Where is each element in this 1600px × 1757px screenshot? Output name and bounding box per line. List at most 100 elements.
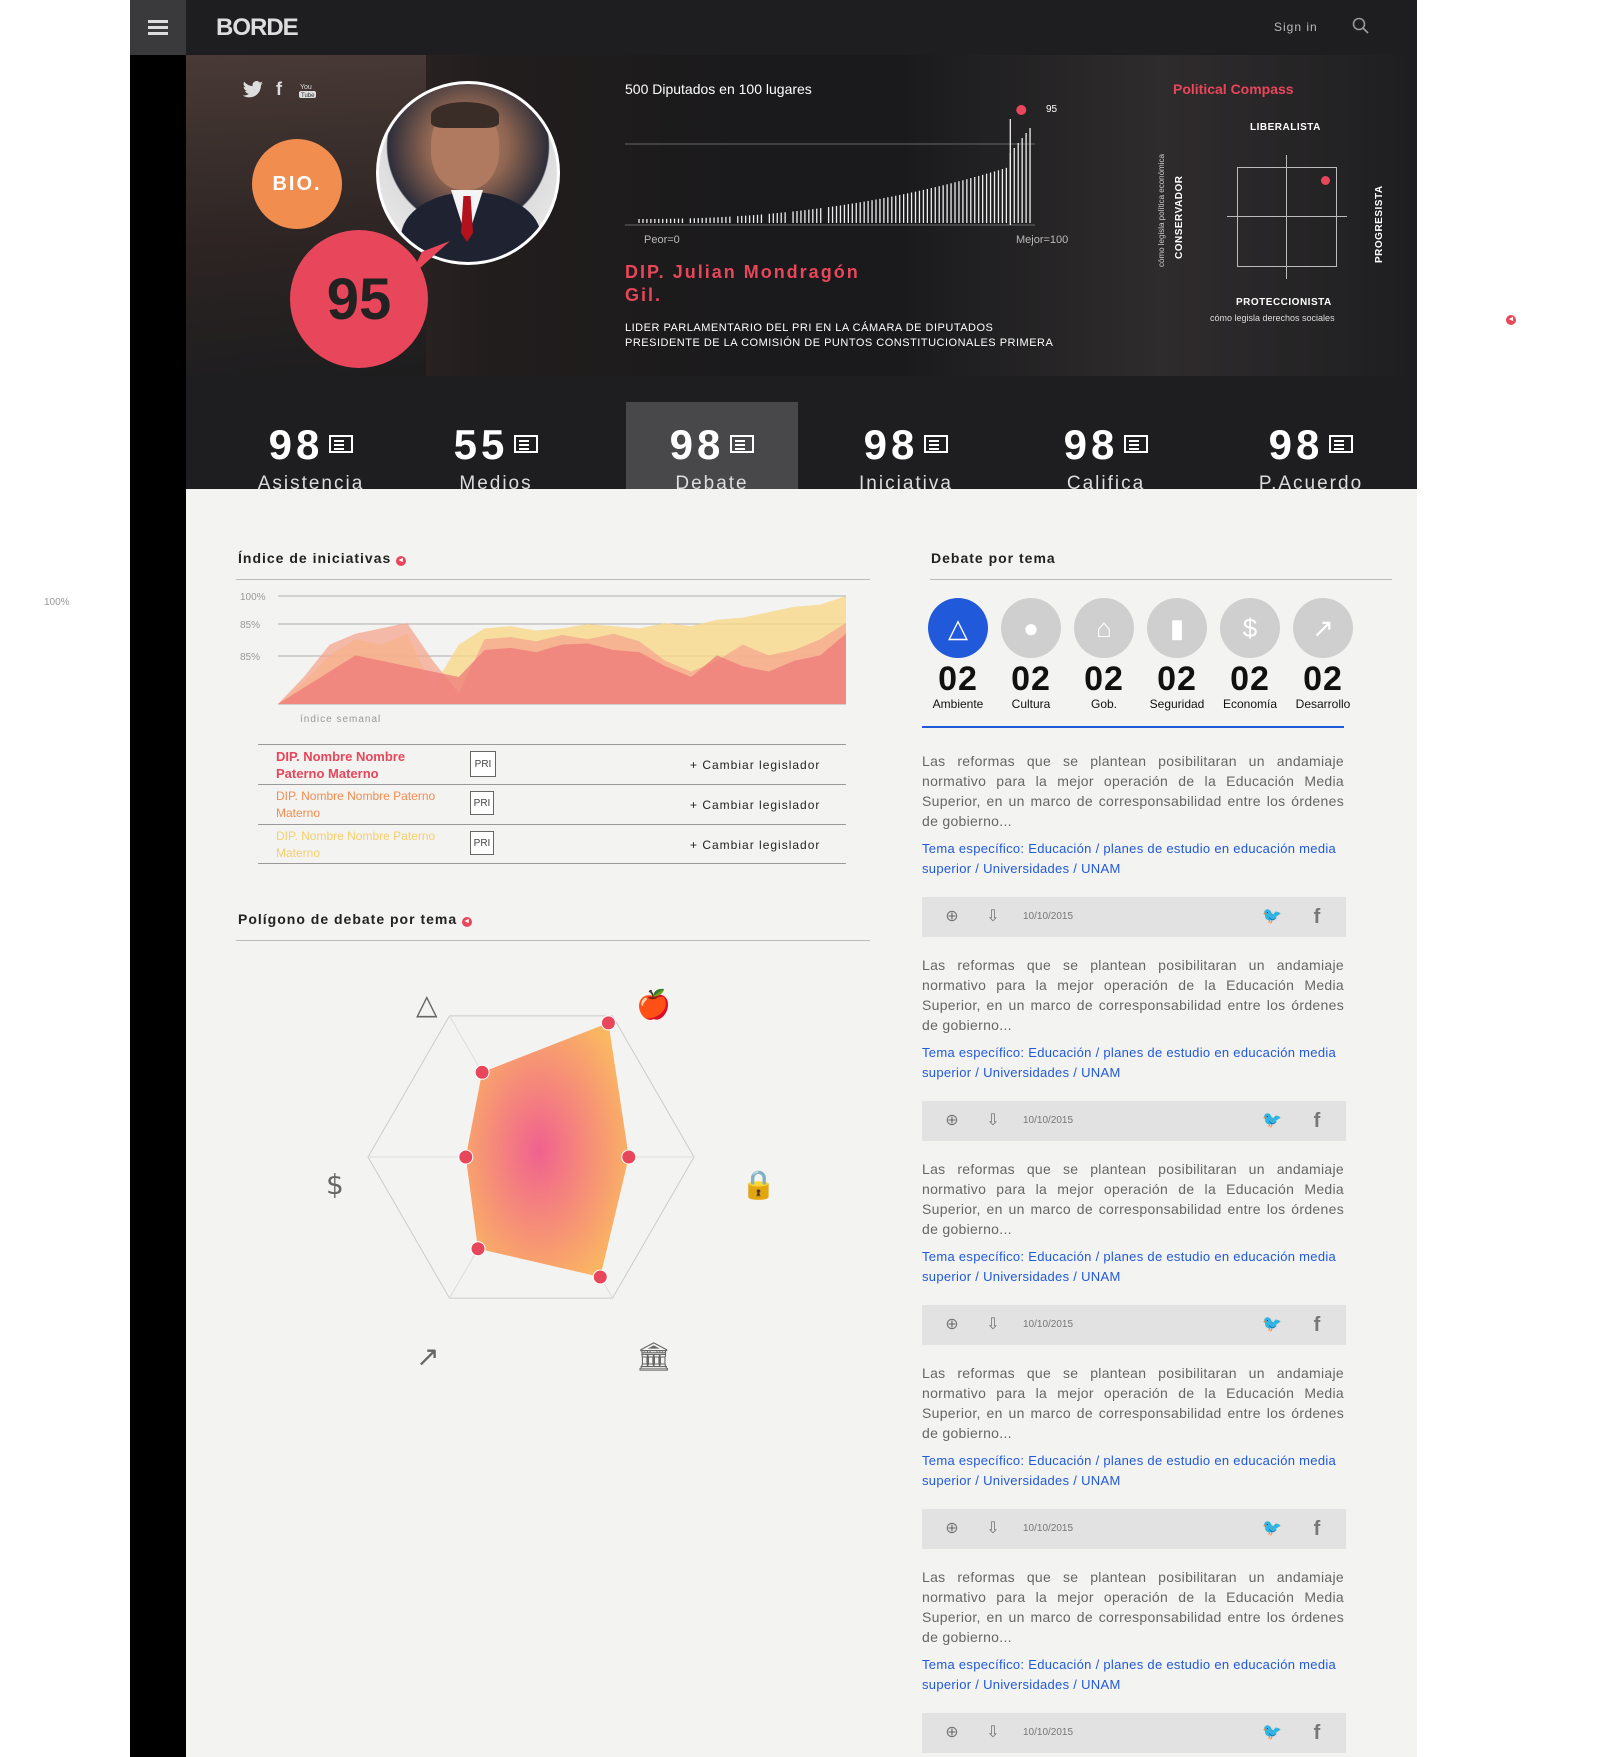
growth-chart-icon: ↗ <box>1293 598 1353 658</box>
legislator-score: 95 <box>290 230 428 368</box>
article-date: 10/10/2015 <box>1023 1319 1074 1330</box>
legislator-hero: f You Tube BIO. 95 500 Diputados en 100 l… <box>186 55 1417 376</box>
article-topic-link[interactable]: Tema específico: Educación / planes de e… <box>922 839 1344 879</box>
facebook-icon[interactable]: f <box>1307 907 1327 927</box>
bio-button[interactable]: BIO. <box>252 139 342 229</box>
stat-asistencia[interactable]: 98 Asistencia <box>226 376 396 494</box>
download-icon[interactable]: ⇩ <box>983 907 1003 927</box>
tab-desarrollo[interactable]: ↗ 02 Desarrollo <box>1287 598 1359 711</box>
info-icon[interactable]: ◄ <box>462 917 473 927</box>
change-legislator-button[interactable]: + Cambiar legislador <box>690 838 820 852</box>
facebook-icon[interactable]: f <box>1307 1315 1327 1335</box>
radar-point <box>592 1269 608 1285</box>
bank-icon: 🏛 <box>636 1340 672 1373</box>
left-sidebar <box>130 0 186 1757</box>
article-date: 10/10/2015 <box>1023 911 1074 922</box>
twitter-icon[interactable] <box>242 81 264 104</box>
article-actions-bar: ⊕ ⇩ 10/10/2015 🐦 f <box>922 1305 1346 1345</box>
zoom-label: 100% <box>44 597 70 608</box>
radar-point <box>621 1149 637 1165</box>
stat-debate[interactable]: 98 Debate <box>626 402 798 494</box>
facebook-icon[interactable]: f <box>1307 1723 1327 1743</box>
vote-icon[interactable]: ⊕ <box>942 1111 962 1131</box>
article-topic-link[interactable]: Tema específico: Educación / planes de e… <box>922 1043 1344 1083</box>
tab-seguridad[interactable]: ▮ 02 Seguridad <box>1141 598 1213 711</box>
youtube-icon[interactable]: You Tube <box>298 81 318 104</box>
tab-economia[interactable]: $02 Economía <box>1214 598 1286 711</box>
logo[interactable]: BORDE <box>216 14 299 42</box>
article-actions-bar: ⊕ ⇩ 10/10/2015 🐦 f <box>922 897 1346 937</box>
stat-medios[interactable]: 55 Medios <box>411 376 581 494</box>
compass-left-sublabel: cómo legisla política económica <box>1157 154 1166 267</box>
search-icon[interactable] <box>1352 17 1370 40</box>
rank-title: 500 Diputados en 100 lugares <box>625 81 812 97</box>
article-topic-link[interactable]: Tema específico: Educación / planes de e… <box>922 1655 1344 1695</box>
compass-position-dot <box>1321 176 1330 185</box>
party-logo: PRI <box>470 831 494 855</box>
vote-icon[interactable]: ⊕ <box>942 1315 962 1335</box>
legislator-photo <box>376 81 560 265</box>
newspaper-icon <box>1329 435 1354 453</box>
tab-ambiente[interactable]: △ 02 Ambiente <box>922 598 994 711</box>
info-icon[interactable]: ◄ <box>396 556 407 566</box>
article-text: Las reformas que se plantean posibilitar… <box>922 957 1344 1033</box>
newspaper-icon <box>514 435 539 453</box>
worst-label: Peor=0 <box>644 234 680 246</box>
change-legislator-button[interactable]: + Cambiar legislador <box>690 798 820 812</box>
tab-cultura[interactable]: ● 02 Cultura <box>995 598 1067 711</box>
newspaper-icon <box>329 435 354 453</box>
download-icon[interactable]: ⇩ <box>983 1111 1003 1131</box>
stats-bar: 98 Asistencia 55 Medios 98 Debate 98 Iniciat… <box>186 376 1417 494</box>
poligono-title: Polígono de debate por tema ◄ <box>238 911 473 927</box>
article-topic-link[interactable]: Tema específico: Educación / planes de e… <box>922 1247 1344 1287</box>
facebook-icon[interactable]: f <box>1307 1519 1327 1539</box>
hamburger-menu-button[interactable] <box>130 0 186 55</box>
y-tick-label: 85% <box>240 620 260 631</box>
legislator-name: DIP. Julian Mondragón Gil. <box>625 262 860 305</box>
download-icon[interactable]: ⇩ <box>983 1723 1003 1743</box>
twitter-icon[interactable]: 🐦 <box>1262 1315 1282 1335</box>
rank-marker-label: 95 <box>1046 104 1058 115</box>
legislator-legend-row: DIP. Nombre Nombre Paterno Materno PRI +… <box>258 744 846 784</box>
debate-article: Las reformas que se plantean posibilitar… <box>922 1363 1346 1549</box>
article-date: 10/10/2015 <box>1023 1727 1074 1738</box>
newspaper-icon <box>1124 435 1149 453</box>
debate-article: Las reformas que se plantean posibilitar… <box>922 955 1346 1141</box>
sign-in-link[interactable]: Sign in <box>1274 20 1318 34</box>
chart-xlabel: índice semanal <box>300 714 382 725</box>
ranking-bar-chart <box>625 105 1035 226</box>
compass-bottom-label: PROTECCIONISTA <box>1236 297 1332 308</box>
stat-p-acuerdo[interactable]: 98 P.Acuerdo <box>1216 376 1406 494</box>
twitter-icon[interactable]: 🐦 <box>1262 907 1282 927</box>
twitter-icon[interactable]: 🐦 <box>1262 1111 1282 1131</box>
twitter-icon[interactable]: 🐦 <box>1262 1723 1282 1743</box>
vote-icon[interactable]: ⊕ <box>942 1723 962 1743</box>
download-icon[interactable]: ⇩ <box>983 1315 1003 1335</box>
newspaper-icon <box>730 435 755 453</box>
change-legislator-button[interactable]: + Cambiar legislador <box>690 758 820 772</box>
stat-iniciativa[interactable]: 98 Iniciativa <box>816 376 996 494</box>
debate-article: Las reformas que se plantean posibilitar… <box>922 751 1346 937</box>
tab-gob[interactable]: ⌂ 02 Gob. <box>1068 598 1140 711</box>
debate-article: Las reformas que se plantean posibilitar… <box>922 1159 1346 1345</box>
radar-point <box>600 1015 616 1031</box>
download-icon[interactable]: ⇩ <box>983 1519 1003 1539</box>
growth-chart-icon: ↗ <box>416 1340 439 1373</box>
twitter-icon[interactable]: 🐦 <box>1262 1519 1282 1539</box>
compass-left-label: CONSERVADOR <box>1174 175 1185 259</box>
legislator-description: LIDER PARLAMENTARIO DEL PRI EN LA CÁMARA… <box>625 322 1054 349</box>
stat-califica[interactable]: 98 Califica <box>1016 376 1196 494</box>
best-label: Mejor=100 <box>1016 234 1069 246</box>
y-tick-label: 100% <box>240 592 266 603</box>
article-text: Las reformas que se plantean posibilitar… <box>922 1161 1344 1237</box>
article-topic-link[interactable]: Tema específico: Educación / planes de e… <box>922 1451 1344 1491</box>
vote-icon[interactable]: ⊕ <box>942 907 962 927</box>
lock-icon: 🔒 <box>741 1168 776 1201</box>
article-text: Las reformas que se plantean posibilitar… <box>922 1569 1344 1645</box>
info-icon[interactable]: ◄ <box>1506 315 1516 325</box>
y-tick-label: 85% <box>240 652 260 663</box>
radar-polygon <box>465 1022 629 1277</box>
facebook-icon[interactable]: f <box>276 79 282 100</box>
vote-icon[interactable]: ⊕ <box>942 1519 962 1539</box>
facebook-icon[interactable]: f <box>1307 1111 1327 1131</box>
